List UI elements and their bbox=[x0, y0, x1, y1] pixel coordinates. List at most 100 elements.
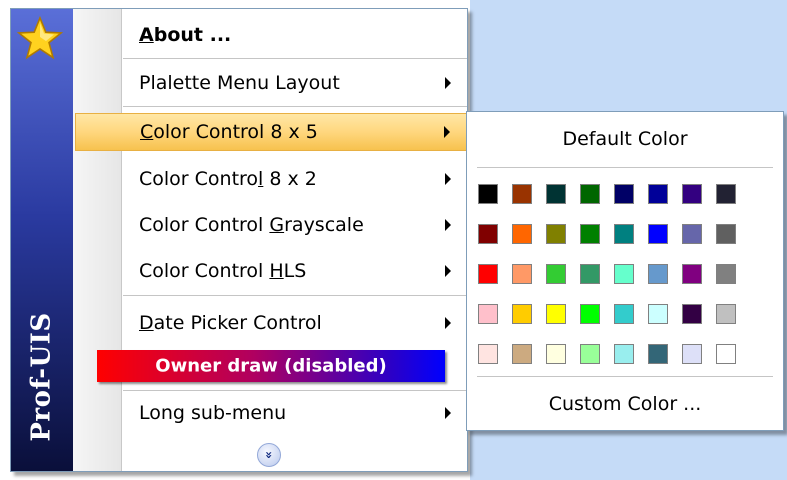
menu-separator bbox=[123, 58, 467, 59]
menu-item-label: Color Control 8 x 2 bbox=[139, 168, 317, 190]
color-swatch bbox=[478, 344, 498, 364]
color-swatch-cell[interactable] bbox=[576, 176, 610, 216]
color-swatch bbox=[614, 344, 634, 364]
color-swatch-cell[interactable] bbox=[678, 216, 712, 256]
menu-item-long-submenu[interactable]: Long sub-menu bbox=[73, 394, 467, 432]
color-swatch-cell[interactable] bbox=[474, 256, 508, 296]
color-swatch bbox=[682, 264, 702, 284]
color-palette-submenu: Default Color Custom Color ... bbox=[466, 111, 784, 431]
color-swatch-cell[interactable] bbox=[576, 216, 610, 256]
color-swatch-cell[interactable] bbox=[542, 256, 576, 296]
star-icon bbox=[17, 15, 63, 60]
color-swatch bbox=[546, 224, 566, 244]
color-swatch-cell[interactable] bbox=[542, 296, 576, 336]
color-swatch bbox=[512, 264, 532, 284]
color-swatch bbox=[614, 264, 634, 284]
color-swatch-cell[interactable] bbox=[542, 216, 576, 256]
menu-item-date-picker[interactable]: Date Picker Control bbox=[73, 304, 467, 342]
color-swatch-cell[interactable] bbox=[542, 336, 576, 376]
menu-item-about[interactable]: About ... bbox=[73, 16, 467, 54]
color-swatch bbox=[614, 184, 634, 204]
color-swatch bbox=[648, 344, 668, 364]
color-swatch-cell[interactable] bbox=[644, 176, 678, 216]
color-grid bbox=[474, 176, 746, 376]
menu-item-color-8x2[interactable]: Color Control 8 x 2 bbox=[73, 160, 467, 198]
menu-item-label: Color Control HLS bbox=[139, 260, 307, 282]
color-swatch bbox=[478, 304, 498, 324]
menu-item-color-hls[interactable]: Color Control HLS bbox=[73, 252, 467, 290]
menu-item-label: About ... bbox=[139, 24, 232, 46]
color-swatch-cell[interactable] bbox=[474, 216, 508, 256]
color-swatch-cell[interactable] bbox=[474, 336, 508, 376]
submenu-arrow-icon bbox=[445, 317, 451, 329]
color-swatch bbox=[546, 264, 566, 284]
menu-item-label: Long sub-menu bbox=[139, 402, 287, 424]
color-swatch-cell[interactable] bbox=[644, 256, 678, 296]
submenu-arrow-icon bbox=[445, 407, 451, 419]
color-swatch-cell[interactable] bbox=[610, 336, 644, 376]
color-swatch-cell[interactable] bbox=[712, 256, 746, 296]
color-swatch-cell[interactable] bbox=[610, 256, 644, 296]
expand-menu-button[interactable]: » bbox=[257, 443, 281, 467]
color-swatch-cell[interactable] bbox=[576, 296, 610, 336]
color-swatch bbox=[512, 184, 532, 204]
submenu-arrow-icon bbox=[444, 126, 450, 138]
color-swatch-cell[interactable] bbox=[508, 336, 542, 376]
color-swatch bbox=[648, 264, 668, 284]
color-swatch-cell[interactable] bbox=[508, 296, 542, 336]
color-swatch bbox=[478, 184, 498, 204]
menu-item-palette-layout[interactable]: Plalette Menu Layout bbox=[73, 64, 467, 102]
color-swatch-cell[interactable] bbox=[610, 216, 644, 256]
color-swatch bbox=[580, 304, 600, 324]
color-swatch-cell[interactable] bbox=[474, 296, 508, 336]
color-swatch-cell[interactable] bbox=[644, 296, 678, 336]
color-swatch-cell[interactable] bbox=[644, 336, 678, 376]
color-swatch bbox=[614, 304, 634, 324]
menu-item-color-8x5[interactable]: Color Control 8 x 5 bbox=[75, 113, 467, 151]
color-swatch-cell[interactable] bbox=[678, 336, 712, 376]
color-swatch bbox=[546, 304, 566, 324]
color-swatch-cell[interactable] bbox=[576, 256, 610, 296]
color-swatch-cell[interactable] bbox=[678, 256, 712, 296]
custom-color-button[interactable]: Custom Color ... bbox=[467, 393, 783, 415]
double-chevron-down-icon: » bbox=[261, 451, 276, 459]
color-swatch bbox=[580, 264, 600, 284]
color-swatch bbox=[648, 184, 668, 204]
color-swatch-cell[interactable] bbox=[712, 336, 746, 376]
color-swatch-cell[interactable] bbox=[712, 296, 746, 336]
default-color-button[interactable]: Default Color bbox=[467, 128, 783, 150]
color-swatch-cell[interactable] bbox=[508, 176, 542, 216]
color-swatch bbox=[648, 304, 668, 324]
color-swatch-cell[interactable] bbox=[474, 176, 508, 216]
color-swatch-cell[interactable] bbox=[712, 216, 746, 256]
color-swatch bbox=[716, 344, 736, 364]
color-swatch bbox=[512, 304, 532, 324]
menu-separator bbox=[123, 390, 467, 391]
menu-side-bar: Prof-UIS bbox=[11, 9, 73, 471]
color-swatch-cell[interactable] bbox=[644, 216, 678, 256]
menu-separator bbox=[123, 295, 467, 296]
color-swatch bbox=[512, 224, 532, 244]
color-swatch-cell[interactable] bbox=[712, 176, 746, 216]
color-swatch-cell[interactable] bbox=[610, 296, 644, 336]
menu-item-color-grayscale[interactable]: Color Control Grayscale bbox=[73, 206, 467, 244]
side-bar-text: Prof-UIS bbox=[27, 312, 58, 442]
color-swatch bbox=[580, 224, 600, 244]
color-swatch-cell[interactable] bbox=[576, 336, 610, 376]
color-swatch-cell[interactable] bbox=[610, 176, 644, 216]
color-swatch bbox=[682, 184, 702, 204]
submenu-arrow-icon bbox=[445, 219, 451, 231]
color-swatch-cell[interactable] bbox=[678, 176, 712, 216]
menu-separator bbox=[123, 106, 467, 107]
menu-item-label: Plalette Menu Layout bbox=[139, 72, 340, 94]
color-swatch-cell[interactable] bbox=[678, 296, 712, 336]
color-swatch-cell[interactable] bbox=[508, 216, 542, 256]
color-swatch bbox=[478, 224, 498, 244]
color-swatch-cell[interactable] bbox=[542, 176, 576, 216]
color-swatch-cell[interactable] bbox=[508, 256, 542, 296]
color-swatch bbox=[512, 344, 532, 364]
menu-item-label: Color Control Grayscale bbox=[139, 214, 364, 236]
submenu-arrow-icon bbox=[445, 173, 451, 185]
popup-menu: Prof-UIS About ... Plalette Menu Layout … bbox=[10, 8, 468, 472]
side-bar-caption: Prof-UIS bbox=[11, 297, 73, 457]
